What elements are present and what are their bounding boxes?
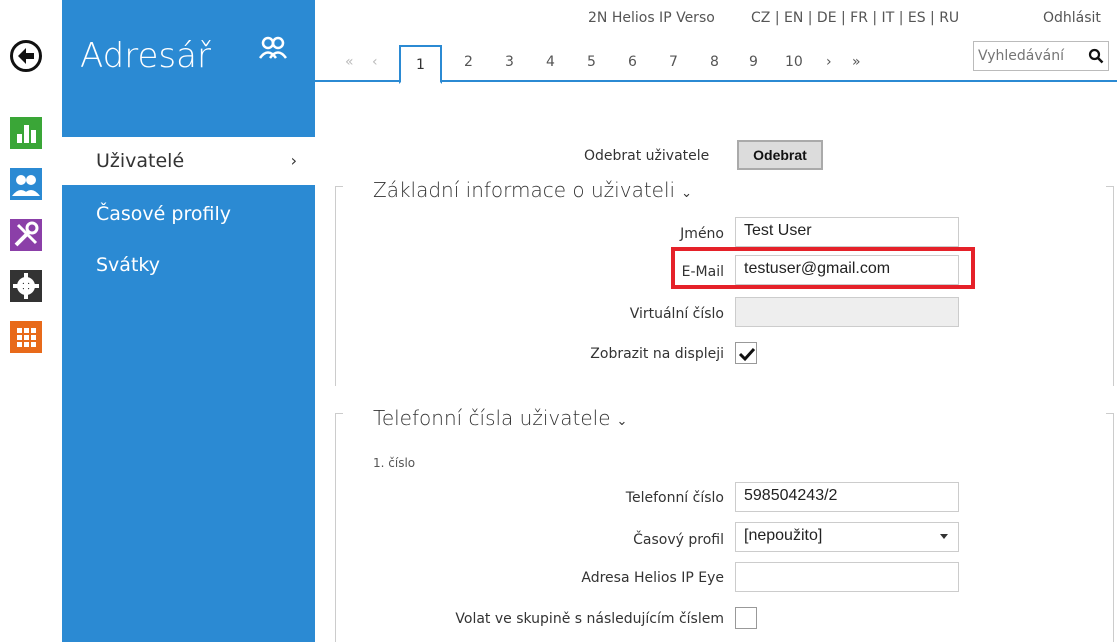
search-icon[interactable]: [1088, 48, 1104, 64]
page-8[interactable]: 8: [710, 54, 719, 70]
page-9[interactable]: 9: [749, 54, 758, 70]
show-on-display-label: Zobrazit na displeji: [590, 346, 724, 362]
chevron-right-icon: ›: [290, 151, 297, 170]
virtual-number-field: [735, 297, 959, 327]
page-prev[interactable]: ‹: [372, 54, 378, 70]
back-arrow-icon[interactable]: [10, 40, 42, 72]
top-bar: 2N Helios IP Verso CZ | EN | DE | FR | I…: [315, 0, 1117, 40]
page-7[interactable]: 7: [669, 54, 678, 70]
time-profile-select[interactable]: [nepoužito]: [735, 522, 959, 552]
page-next[interactable]: ›: [826, 54, 832, 70]
system-grid-icon[interactable]: [10, 321, 42, 353]
group-call-label: Volat ve skupině s následujícím číslem: [455, 611, 724, 627]
phones-title-text: Telefonní čísla uživatele: [373, 406, 611, 430]
email-highlight-box: [671, 247, 975, 289]
phone-label: Telefonní číslo: [625, 490, 724, 506]
basic-info-section-title[interactable]: Základní informace o uživateli ⌄: [373, 178, 692, 202]
sidebar-item-users[interactable]: Uživatelé ›: [62, 137, 315, 185]
device-name: 2N Helios IP Verso: [588, 10, 715, 26]
phones-section-title[interactable]: Telefonní čísla uživatele ⌄: [373, 406, 627, 430]
language-switcher[interactable]: CZ | EN | DE | FR | IT | ES | RU: [751, 10, 959, 26]
name-label: Jméno: [680, 226, 724, 242]
page-10[interactable]: 10: [785, 54, 803, 70]
hardware-tools-icon[interactable]: [10, 219, 42, 251]
phone-field[interactable]: 598504243/2: [735, 482, 959, 512]
time-profile-label: Časový profil: [633, 532, 724, 548]
virtual-number-label: Virtuální číslo: [629, 306, 724, 322]
phone-number-index: 1. číslo: [373, 456, 416, 470]
group-call-checkbox[interactable]: [735, 607, 757, 629]
search-input[interactable]: [978, 46, 1088, 66]
sidebar-item-time-profiles[interactable]: Časové profily: [62, 190, 315, 238]
section-bracket-right: [1106, 186, 1114, 386]
sidebar-title: Adresář: [80, 36, 211, 76]
helios-eye-label: Adresa Helios IP Eye: [581, 570, 724, 586]
pagination: « ‹ 1 2 3 4 5 6 7 8 9 10 › »: [315, 40, 1117, 84]
chevron-down-icon: ⌄: [681, 186, 692, 201]
sidebar-item-label: Svátky: [96, 254, 160, 276]
page-first[interactable]: «: [345, 54, 354, 70]
page-3[interactable]: 3: [505, 54, 514, 70]
basic-info-title-text: Základní informace o uživateli: [373, 178, 676, 202]
dropdown-arrow-icon: [940, 534, 948, 539]
status-chart-icon[interactable]: [10, 117, 42, 149]
services-gear-icon[interactable]: [10, 270, 42, 302]
sidebar-item-holidays[interactable]: Svátky: [62, 241, 315, 289]
search-box: [973, 41, 1109, 71]
directory-users-icon[interactable]: [10, 168, 42, 200]
logout-link[interactable]: Odhlásit: [1043, 10, 1101, 26]
sidebar-item-label: Časové profily: [96, 203, 231, 225]
name-field[interactable]: Test User: [735, 217, 959, 247]
checkmark-icon: [738, 347, 756, 362]
remove-button[interactable]: Odebrat: [737, 140, 823, 170]
users-icon: [258, 36, 288, 65]
remove-user-label: Odebrat uživatele: [584, 148, 710, 164]
page-current[interactable]: 1: [399, 45, 442, 84]
show-on-display-checkbox[interactable]: [735, 342, 757, 364]
page-last[interactable]: »: [852, 54, 861, 70]
chevron-down-icon: ⌄: [616, 414, 628, 429]
section-bracket-left: [335, 413, 343, 642]
page-5[interactable]: 5: [587, 54, 596, 70]
icon-rail: [0, 0, 60, 642]
time-profile-value: [nepoužito]: [744, 527, 823, 544]
helios-eye-field[interactable]: [735, 562, 959, 592]
section-bracket-left: [335, 186, 343, 386]
section-bracket-right: [1106, 413, 1114, 642]
sidebar: Adresář Uživatelé › Časové profily Svátk…: [62, 0, 315, 642]
sidebar-item-label: Uživatelé: [96, 150, 185, 172]
page-4[interactable]: 4: [546, 54, 555, 70]
page-2[interactable]: 2: [464, 54, 473, 70]
page-6[interactable]: 6: [628, 54, 637, 70]
